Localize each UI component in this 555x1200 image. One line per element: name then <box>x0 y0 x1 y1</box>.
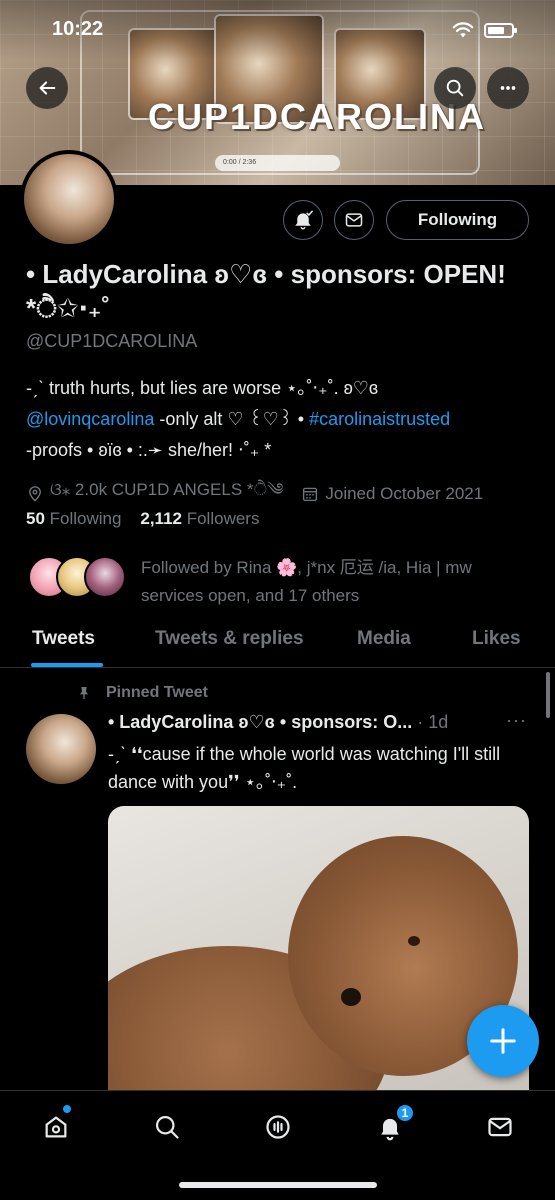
more-button[interactable] <box>487 67 529 109</box>
location-pin-icon <box>29 486 41 502</box>
bell-check-icon <box>295 210 313 230</box>
pinned-text: Pinned Tweet <box>106 684 208 701</box>
home-unread-dot <box>63 1105 71 1113</box>
bio-line-1: -ˏˋ truth hurts, but lies are worse ⋆｡˚‧… <box>26 378 378 398</box>
calendar-icon <box>303 487 318 502</box>
tweet-more-button[interactable]: ··· <box>506 710 527 731</box>
search-icon <box>446 79 464 97</box>
more-dots-icon <box>500 86 516 90</box>
banner-title: CUP1DCAROLINA <box>148 96 487 137</box>
tweet-author-name[interactable]: • LadyCarolina ʚ♡ɞ • sponsors: O... <box>108 712 412 732</box>
scrollbar[interactable] <box>546 672 550 718</box>
message-button[interactable] <box>334 200 374 240</box>
profile-avatar[interactable] <box>20 150 118 248</box>
followers-count: 2,112 <box>140 509 182 528</box>
wifi-icon <box>452 22 474 38</box>
tweet-media-image[interactable] <box>108 806 529 1116</box>
profile-tabs: Tweets Tweets & replies Media Likes <box>0 620 555 668</box>
nav-notifications[interactable]: 1 <box>370 1103 415 1147</box>
tab-media[interactable]: Media <box>357 628 411 650</box>
status-bar: 10:22 <box>0 18 555 46</box>
nav-messages[interactable] <box>480 1107 520 1147</box>
followed-by[interactable]: Followed by Rina 🌸, j*nx 厄运 /ia, Hia | m… <box>28 554 538 605</box>
envelope-icon <box>488 1117 512 1137</box>
bio-hashtag-link[interactable]: #carolinaistrusted <box>309 409 450 429</box>
battery-icon <box>484 23 517 38</box>
bio-line-3: -proofs • ʚïɞ • :.➛ she/her! ‧˚₊ * <box>26 440 272 460</box>
compose-tweet-button[interactable] <box>467 1005 539 1077</box>
dog-nose-shape <box>341 988 361 1006</box>
tweet-header: • LadyCarolina ʚ♡ɞ • sponsors: O... · 1d <box>108 712 528 733</box>
pinned-tweet-label: Pinned Tweet <box>76 684 208 702</box>
plus-icon <box>490 1028 516 1054</box>
profile-joined-date: Joined October 2021 <box>325 484 484 503</box>
back-button[interactable] <box>26 67 68 109</box>
tweet-time[interactable]: · 1d <box>417 712 448 732</box>
search-button[interactable] <box>434 67 476 109</box>
nav-home[interactable] <box>36 1105 76 1147</box>
profile-handle: @CUP1DCAROLINA <box>26 331 198 351</box>
search-icon <box>155 1115 179 1139</box>
bio-line-2-text: -only alt ♡ ꒰♡꒱ • <box>154 409 310 429</box>
home-icon <box>45 1116 67 1138</box>
dog-eye-shape <box>408 936 420 946</box>
status-time: 10:22 <box>52 18 104 40</box>
bio-mention-link[interactable]: @lovinqcarolina <box>26 409 154 429</box>
following-count: 50 <box>26 509 45 528</box>
profile-counts: 50 Following 2,112 Followers <box>26 509 259 529</box>
arrow-left-icon <box>39 81 56 95</box>
followers-count-link[interactable]: 2,112 Followers <box>140 509 259 528</box>
bio-line-2: @lovinqcarolina -only alt ♡ ꒰♡꒱ • #carol… <box>26 404 536 435</box>
tab-tweets[interactable]: Tweets <box>32 628 95 650</box>
notifications-toggle-button[interactable] <box>283 200 323 240</box>
followers-label: Followers <box>186 509 260 528</box>
profile-bio: -ˏˋ truth hurts, but lies are worse ⋆｡˚‧… <box>26 373 536 466</box>
banner-player: 0:00 / 2:36 <box>215 155 340 171</box>
tab-likes[interactable]: Likes <box>472 628 521 650</box>
notifications-badge: 1 <box>395 1103 415 1123</box>
active-tab-indicator <box>31 663 103 667</box>
tab-tweets-and-replies[interactable]: Tweets & replies <box>155 628 304 650</box>
profile-display-name: • LadyCarolina ʚ♡ɞ • sponsors: OPEN! *ੈ✩… <box>26 259 506 323</box>
follower-avatar-3 <box>84 556 126 598</box>
tweet-text: -ˏˋ ❛❛cause if the whole world was watch… <box>108 744 501 792</box>
tweet-author-avatar[interactable] <box>26 714 96 784</box>
pin-icon <box>80 687 88 699</box>
envelope-icon <box>345 213 363 227</box>
nav-search[interactable] <box>147 1107 187 1147</box>
followed-by-text: Followed by Rina 🌸, j*nx 厄运 /ia, Hia | m… <box>141 558 472 605</box>
spaces-microphone-icon <box>266 1115 290 1139</box>
nav-spaces[interactable] <box>258 1107 298 1147</box>
home-indicator <box>179 1182 377 1188</box>
following-count-link[interactable]: 50 Following <box>26 509 121 528</box>
following-button[interactable]: Following <box>386 200 529 240</box>
following-label: Following <box>49 509 122 528</box>
